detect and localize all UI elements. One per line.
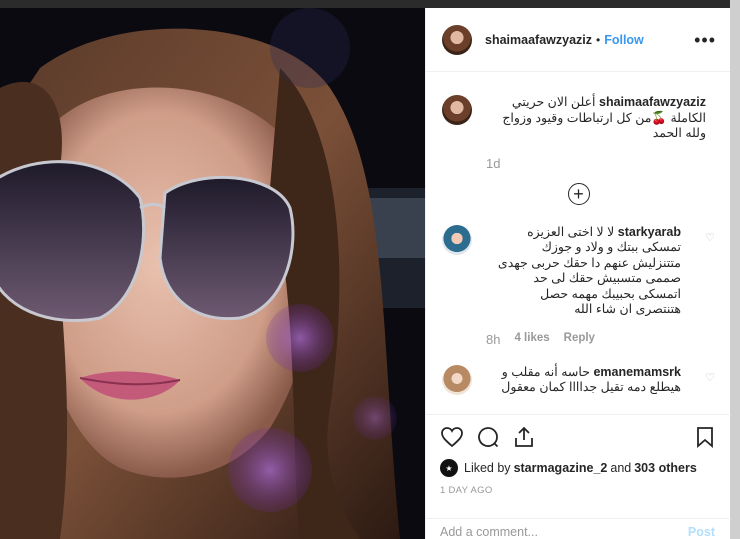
- post-button[interactable]: Post: [688, 525, 715, 539]
- liker-username[interactable]: starmagazine_2: [514, 461, 608, 475]
- load-more-comments-icon[interactable]: +: [567, 182, 590, 205]
- heart-icon[interactable]: [440, 425, 464, 449]
- comment-line: لا لا اختى العزيزه: [527, 224, 615, 239]
- post-timestamp[interactable]: 1 DAY AGO: [440, 485, 717, 496]
- comment-item: starkyarab لا لا اختى العزيزه تمسكى ببتك…: [442, 224, 715, 318]
- comment-text: emanemamsrk حاسه أنه مقلب و هيطلع دمه تق…: [486, 365, 681, 396]
- caption-username[interactable]: shaimaafawzyaziz: [599, 95, 706, 109]
- caption-avatar[interactable]: [442, 95, 472, 125]
- caption-line-3: ولله الحمد: [652, 126, 706, 140]
- comment-line: متتنزليش عنهم دا حقك حربى جهدى: [497, 255, 681, 270]
- commenter-username[interactable]: emanemamsrk: [593, 365, 681, 379]
- comment-line: اتمسكى بحبيبك مهمه حصل: [540, 286, 681, 301]
- comment-likes[interactable]: 4 likes: [514, 332, 549, 347]
- add-comment-bar: Post: [426, 518, 731, 539]
- backdrop-right: [730, 0, 740, 539]
- comment-item: emanemamsrk حاسه أنه مقلب و هيطلع دمه تق…: [442, 364, 715, 396]
- comment-line: هتنتصرى ان شاء الله: [574, 302, 681, 316]
- comment-line: صممى متسبيش حقك لى حد: [533, 271, 681, 285]
- caption-meta: 1d: [486, 156, 715, 171]
- comment-meta: 8h 4 likes Reply: [486, 332, 715, 347]
- caption-line-1: أعلن الان حريتي: [511, 95, 596, 109]
- caption-text: shaimaafawzyaziz أعلن الان حريتي الكاملة…: [486, 95, 706, 142]
- separator-dot: •: [596, 32, 601, 47]
- follow-button[interactable]: Follow: [604, 33, 644, 47]
- bookmark-icon[interactable]: [693, 425, 717, 449]
- reply-button[interactable]: Reply: [564, 332, 595, 347]
- commenter-avatar[interactable]: [442, 364, 472, 395]
- caption: shaimaafawzyaziz أعلن الان حريتي الكاملة…: [442, 95, 715, 142]
- likes-and: and: [610, 461, 632, 475]
- post-modal: shaimaafawzyaziz • Follow ••• shaimaafaw…: [0, 8, 731, 539]
- post-header: shaimaafawzyaziz • Follow •••: [426, 8, 730, 72]
- comment-line: حاسه أنه مقلب و: [501, 364, 590, 379]
- like-comment-icon[interactable]: ♡: [705, 225, 715, 244]
- selfie-image: [0, 8, 425, 539]
- side-panel: shaimaafawzyaziz • Follow ••• shaimaafaw…: [425, 8, 731, 539]
- comment-input[interactable]: [440, 524, 688, 539]
- likes-others[interactable]: 303 others: [634, 461, 697, 475]
- comment-icon[interactable]: [476, 425, 500, 449]
- author-avatar[interactable]: [442, 24, 472, 55]
- post-photo[interactable]: [0, 8, 425, 539]
- comments-list[interactable]: shaimaafawzyaziz أعلن الان حريتي الكاملة…: [426, 73, 731, 414]
- backdrop-top: [0, 0, 740, 8]
- likes-prefix: Liked by: [464, 461, 511, 475]
- liker-avatar[interactable]: ★: [440, 459, 458, 477]
- commenter-username[interactable]: starkyarab: [618, 225, 681, 239]
- likes-summary: ★ Liked by starmagazine_2 and 303 others: [440, 459, 717, 477]
- commenter-avatar[interactable]: [442, 224, 472, 255]
- comment-line: تمسكى ببتك و ولاد و جوزك: [541, 240, 681, 254]
- share-icon[interactable]: [512, 425, 536, 449]
- caption-line-2: الكاملة 🍒من كل ارتباطات وقيود وزواج: [502, 110, 706, 125]
- author-username[interactable]: shaimaafawzyaziz: [485, 33, 592, 47]
- comment-time[interactable]: 8h: [486, 332, 500, 347]
- caption-time[interactable]: 1d: [486, 156, 500, 171]
- comment-text: starkyarab لا لا اختى العزيزه تمسكى ببتك…: [486, 225, 681, 318]
- comment-line: هيطلع دمه تقيل جداااا كمان معقول: [501, 380, 681, 394]
- more-options-icon[interactable]: •••: [694, 31, 716, 49]
- actions-bar: ★ Liked by starmagazine_2 and 303 others…: [426, 414, 731, 496]
- like-comment-icon[interactable]: ♡: [705, 365, 715, 384]
- action-icons: [440, 425, 717, 449]
